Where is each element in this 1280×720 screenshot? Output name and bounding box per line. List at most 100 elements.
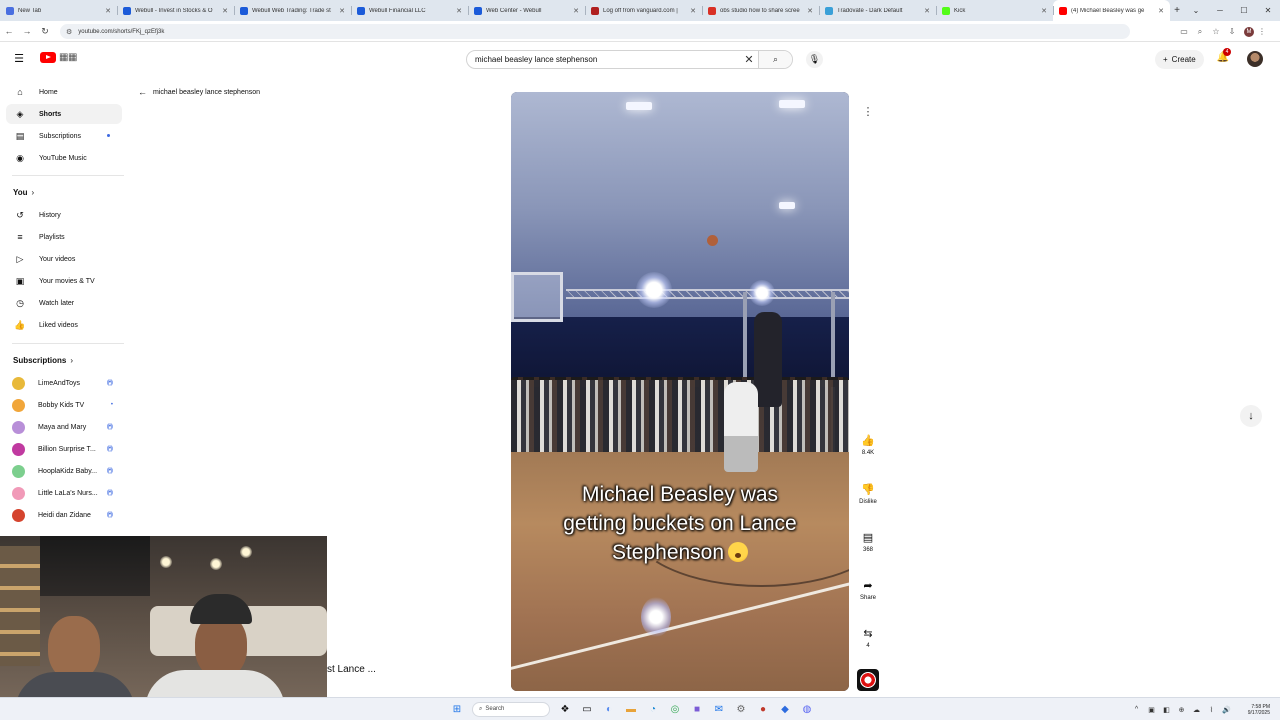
- subscription-item[interactable]: Maya and Mary ((•)): [6, 417, 122, 437]
- browser-tab[interactable]: Webull Financial LLC ✕: [351, 0, 468, 21]
- browser-tab[interactable]: New Tab ✕: [0, 0, 117, 21]
- like-button[interactable]: 👍: [857, 432, 879, 450]
- tab-close-icon[interactable]: ✕: [456, 7, 462, 15]
- tray-overflow-icon[interactable]: ^: [1129, 706, 1144, 713]
- bookmark-star-icon[interactable]: ☆: [1208, 27, 1224, 36]
- browser-tab[interactable]: Tradovate - Dark Default ✕: [819, 0, 936, 21]
- voice-search-mic-icon[interactable]: 🎙: [806, 51, 823, 68]
- app-icon[interactable]: ■: [686, 701, 708, 718]
- widgets-icon[interactable]: ❖: [554, 701, 576, 718]
- tab-close-icon[interactable]: ✕: [339, 7, 345, 15]
- tab-close-icon[interactable]: ✕: [690, 7, 696, 15]
- tab-close-icon[interactable]: ✕: [105, 7, 111, 15]
- share-action: ➦ Share: [852, 577, 884, 601]
- tab-close-icon[interactable]: ✕: [573, 7, 579, 15]
- next-short-button[interactable]: ↓: [1240, 405, 1262, 427]
- browser-tab[interactable]: obs studio how to share scree ✕: [702, 0, 819, 21]
- clear-search-icon[interactable]: ✕: [740, 53, 758, 66]
- url-field[interactable]: ⚙ youtube.com/shorts/FKj_qzEfj3k: [60, 24, 1130, 39]
- subscription-item[interactable]: Little LaLa's Nurs... ((•)): [6, 483, 122, 503]
- browser-tab[interactable]: Log off from vanguard.com | ✕: [585, 0, 702, 21]
- maximize-button[interactable]: ☐: [1232, 6, 1256, 15]
- tab-search-icon[interactable]: ⌄: [1184, 6, 1208, 15]
- hamburger-menu-icon[interactable]: ☰: [12, 53, 26, 65]
- share-button[interactable]: ➦: [857, 577, 879, 595]
- tab-close-icon[interactable]: ✕: [807, 7, 813, 15]
- youtube-logo[interactable]: ▦▦: [40, 52, 77, 63]
- sidebar-item-liked-videos[interactable]: 👍 Liked videos: [6, 315, 122, 335]
- sidebar-item-youtube-music[interactable]: ◉ YouTube Music: [6, 148, 122, 168]
- discord-icon[interactable]: ◍: [796, 701, 818, 718]
- task-view-icon[interactable]: ▭: [576, 701, 598, 718]
- settings-icon[interactable]: ⚙: [730, 701, 752, 718]
- create-button[interactable]: + Create: [1155, 50, 1204, 69]
- browser-tab[interactable]: Kick ✕: [936, 0, 1053, 21]
- mail-icon[interactable]: ✉: [708, 701, 730, 718]
- shorts-video-player[interactable]: Michael Beasley was getting buckets on L…: [511, 92, 849, 691]
- notifications-bell-icon[interactable]: 🔔 4: [1216, 48, 1231, 66]
- subscription-item[interactable]: Heidi dan Zidane ((•)): [6, 505, 122, 525]
- browser-tab[interactable]: Web Center - Webull ✕: [468, 0, 585, 21]
- network-icon[interactable]: ⌇: [1204, 706, 1219, 714]
- browser-tab-active[interactable]: (4) Michael Beasley was ge ✕: [1053, 0, 1170, 21]
- tray-app-icon[interactable]: ⊕: [1174, 706, 1189, 714]
- subscription-item[interactable]: HooplaKidz Baby... ((•)): [6, 461, 122, 481]
- file-explorer-icon[interactable]: ▬: [620, 701, 642, 718]
- site-info-icon[interactable]: ⚙: [66, 28, 72, 36]
- back-icon[interactable]: ←: [0, 26, 18, 36]
- taskbar-search-box[interactable]: ⌕ Search: [472, 702, 550, 717]
- subscription-item[interactable]: Bobby Kids TV •: [6, 395, 122, 415]
- browser-tab[interactable]: Webull Web Trading: Trade st ✕: [234, 0, 351, 21]
- search-input[interactable]: [467, 55, 740, 64]
- sidebar-item-shorts[interactable]: ◈ Shorts: [6, 104, 122, 124]
- tray-app-icon[interactable]: ☁: [1189, 706, 1204, 714]
- taskbar-clock[interactable]: 7:58 PM 9/17/2025: [1240, 704, 1270, 716]
- sidebar-item-playlists[interactable]: ≡ Playlists: [6, 227, 122, 247]
- edge-icon[interactable]: ◔: [642, 701, 664, 718]
- copilot-icon[interactable]: ◐: [598, 701, 620, 718]
- forward-icon[interactable]: →: [18, 26, 36, 36]
- subscription-item[interactable]: LimeAndToys ((•)): [6, 373, 122, 393]
- tab-close-icon[interactable]: ✕: [1158, 7, 1164, 15]
- live-indicator-icon: ((•)): [106, 512, 113, 518]
- browser-tab[interactable]: Webull - Invest in Stocks & O ✕: [117, 0, 234, 21]
- sidebar-item-watch-later[interactable]: ◷ Watch later: [6, 293, 122, 313]
- back-to-search-link[interactable]: ← michael beasley lance stephenson: [138, 87, 260, 97]
- dislike-button[interactable]: 👎: [857, 481, 879, 499]
- windows-start-icon[interactable]: ⊞: [446, 701, 468, 718]
- volume-icon[interactable]: 🔊: [1219, 706, 1234, 714]
- minimize-button[interactable]: ─: [1208, 6, 1232, 15]
- tab-close-icon[interactable]: ✕: [924, 7, 930, 15]
- new-tab-button[interactable]: +: [1170, 5, 1184, 16]
- browser-menu-icon[interactable]: ⋮: [1254, 27, 1270, 36]
- sidebar-item-history[interactable]: ↺ History: [6, 205, 122, 225]
- download-icon[interactable]: ⇩: [1224, 27, 1240, 36]
- tab-favicon: [357, 6, 365, 15]
- more-options-icon[interactable]: ⋮: [860, 105, 876, 121]
- sound-channel-thumbnail[interactable]: [857, 669, 879, 691]
- sidebar-subscriptions-header[interactable]: Subscriptions ›: [13, 356, 73, 365]
- comments-button[interactable]: ▤: [857, 529, 879, 547]
- sidebar-item-your-videos[interactable]: ▷ Your videos: [6, 249, 122, 269]
- tray-app-icon[interactable]: ◧: [1159, 706, 1174, 714]
- close-window-button[interactable]: ✕: [1256, 6, 1280, 15]
- app-icon[interactable]: ●: [752, 701, 774, 718]
- search-button[interactable]: ⌕: [758, 51, 792, 68]
- chrome-icon[interactable]: ◎: [664, 701, 686, 718]
- remix-button[interactable]: ⇆: [857, 625, 879, 643]
- tab-close-icon[interactable]: ✕: [222, 7, 228, 15]
- zoom-icon[interactable]: ⌕: [1192, 27, 1208, 37]
- account-avatar[interactable]: [1247, 51, 1263, 67]
- subscription-item[interactable]: Billion Surprise T... ((•)): [6, 439, 122, 459]
- sidebar-item-your-movies[interactable]: ▣ Your movies & TV: [6, 271, 122, 291]
- thumbs-down-icon: 👎: [861, 484, 875, 496]
- sidebar-item-subscriptions[interactable]: ▤ Subscriptions: [6, 126, 122, 146]
- sidebar-item-home[interactable]: ⌂ Home: [6, 82, 122, 102]
- tray-app-icon[interactable]: ▣: [1144, 706, 1159, 714]
- app-icon[interactable]: ◆: [774, 701, 796, 718]
- browser-profile-avatar[interactable]: M: [1244, 26, 1254, 37]
- tab-close-icon[interactable]: ✕: [1041, 7, 1047, 15]
- reload-icon[interactable]: ↻: [36, 26, 54, 37]
- cast-icon[interactable]: ▭: [1176, 27, 1192, 36]
- sidebar-you-header[interactable]: You ›: [13, 188, 34, 197]
